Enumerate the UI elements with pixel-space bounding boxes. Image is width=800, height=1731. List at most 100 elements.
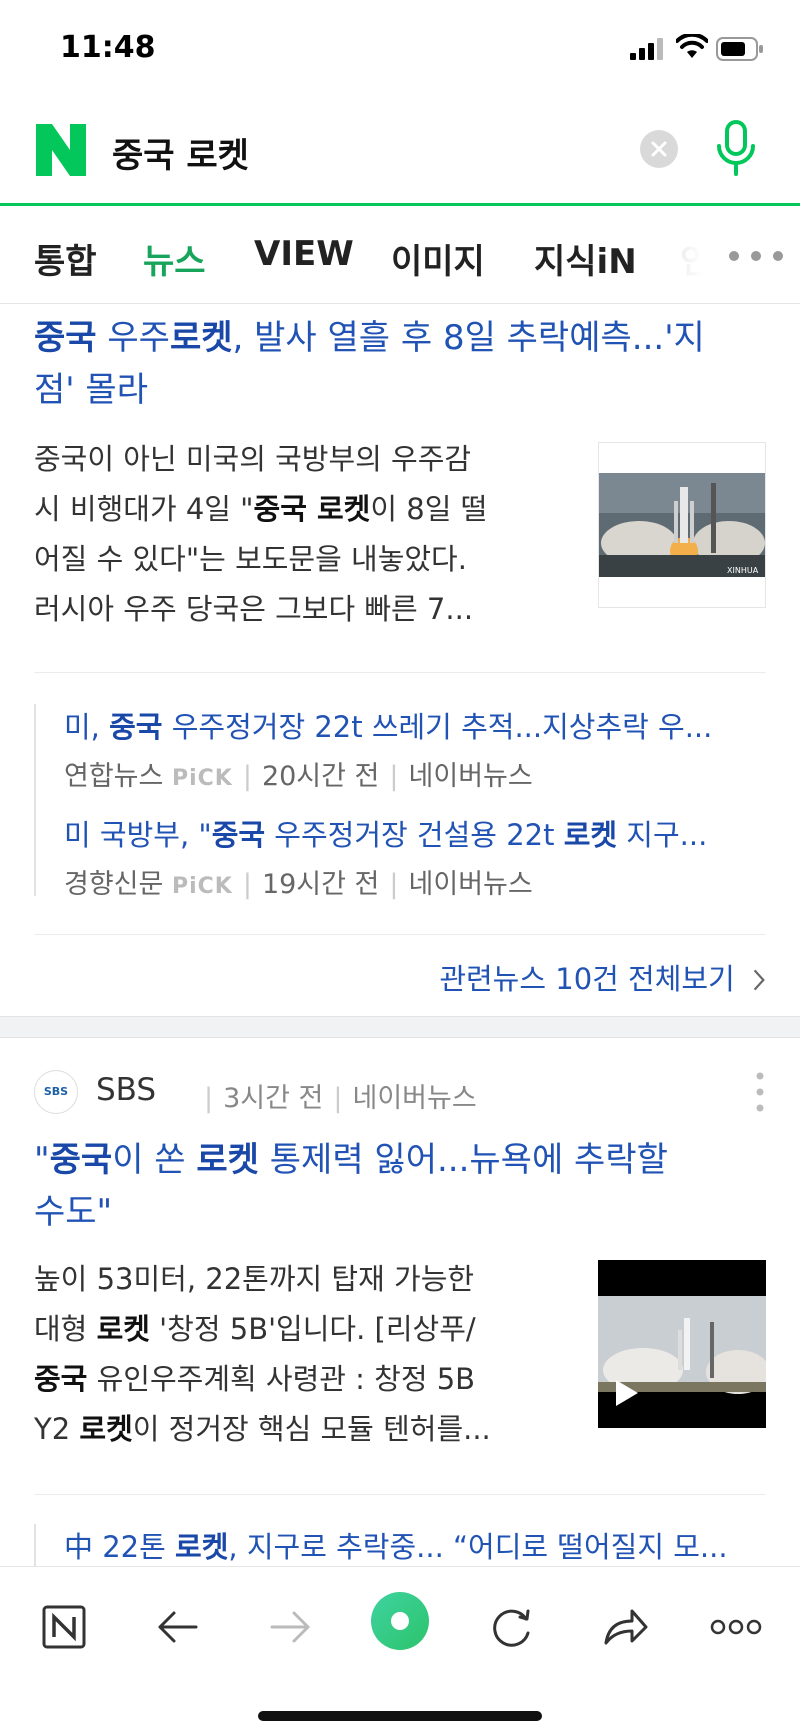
status-bar: 11:48: [0, 0, 800, 96]
divider: [34, 934, 766, 935]
clear-button[interactable]: [640, 130, 678, 168]
rel-keyword: 중국: [109, 710, 163, 744]
source-meta: | 3시간 전 | 네이버뉴스: [204, 1083, 477, 1114]
pick-badge: PiCK: [171, 874, 233, 899]
news-source: SBS SBS | 3시간 전 | 네이버뉴스: [34, 1070, 774, 1114]
desc-keyword: 중국: [34, 1362, 88, 1396]
tab-view[interactable]: VIEW: [254, 234, 354, 274]
browser-toolbar: [0, 1566, 800, 1731]
naver-n-logo-icon[interactable]: [36, 124, 86, 176]
press-name[interactable]: 연합뉴스: [64, 761, 163, 792]
time: 19시간 전: [261, 869, 380, 900]
wifi-icon: [676, 34, 708, 58]
title-text: , 발사 열흘 후 8일 추락예측...'지: [232, 318, 705, 358]
desc-keyword: 로켓: [79, 1412, 133, 1446]
reload-icon[interactable]: [480, 1597, 544, 1657]
rel-text: 미,: [64, 710, 110, 744]
more-options-icon[interactable]: [704, 1597, 768, 1657]
tab-integrated[interactable]: 통합: [34, 234, 97, 283]
title-text: 수도": [34, 1192, 113, 1232]
signal-icon: [630, 38, 663, 60]
rel-text: 미 국방부, ": [64, 818, 212, 852]
platform-link[interactable]: 네이버뉴스: [409, 869, 533, 900]
rocket-launch-image: XINHUA: [599, 443, 765, 607]
green-dot-icon[interactable]: [368, 1589, 432, 1653]
related-news: 미, 중국 우주정거장 22t 쓰레기 추적...지상추락 우... 연합뉴스 …: [34, 704, 774, 900]
desc-text: 중국이 아닌 미국의 국방부의 우주감: [34, 442, 472, 476]
press-name[interactable]: 경향신문: [64, 869, 163, 900]
desc-text: 대형: [34, 1312, 97, 1346]
related-news: 中 22톤 로켓, 지구로 추락중... “어디로 떨어질지 모...: [34, 1524, 774, 1566]
title-keyword: 중국: [49, 1140, 113, 1180]
title-text: 우주: [96, 318, 170, 358]
share-icon[interactable]: [592, 1597, 656, 1657]
desc-text: 어질 수 있다"는 보도문을 내놓았다.: [34, 542, 467, 576]
forward-icon[interactable]: [258, 1597, 322, 1657]
rel-keyword: 중국: [211, 818, 266, 852]
rel-text: 지구...: [617, 818, 708, 852]
tab-news[interactable]: 뉴스: [143, 234, 206, 283]
title-text: 이 쏜: [112, 1140, 197, 1180]
desc-text: 유인우주계획 사령관 : 창정 5B: [87, 1362, 476, 1396]
article-title[interactable]: 중국 우주로켓, 발사 열흘 후 8일 추락예측...'지점' 몰라: [34, 312, 774, 416]
related-title[interactable]: 미 국방부, "중국 우주정거장 건설용 22t 로켓 지구...: [64, 812, 764, 854]
rel-text: 우주정거장 22t 쓰레기 추적...지상추락 우...: [162, 710, 713, 744]
sbs-logo-icon[interactable]: SBS: [34, 1070, 78, 1114]
platform-link[interactable]: 네이버뉴스: [353, 1083, 477, 1114]
title-keyword: 로켓: [196, 1140, 259, 1180]
kebab-icon[interactable]: [756, 1072, 764, 1112]
tab-image[interactable]: 이미지: [391, 234, 485, 283]
back-icon[interactable]: [146, 1597, 210, 1657]
pick-badge: PiCK: [171, 766, 233, 791]
desc-text: 이 8일 떨: [370, 492, 488, 526]
desc-text: 이 정거장 핵심 모듈 텐허를...: [132, 1412, 491, 1446]
more-icon[interactable]: [728, 250, 784, 262]
search-input[interactable]: 중국 로켓: [112, 128, 249, 177]
rel-text: , 지구로 추락중... “어디로 떨어질지 모...: [228, 1530, 728, 1564]
thumb-caption: XINHUA: [727, 566, 759, 575]
divider: [34, 1494, 766, 1495]
mic-icon[interactable]: [716, 120, 756, 176]
article-thumbnail[interactable]: XINHUA: [598, 442, 766, 608]
platform-link[interactable]: 네이버뉴스: [409, 761, 533, 792]
naver-home-icon[interactable]: [34, 1597, 98, 1657]
related-title[interactable]: 미, 중국 우주정거장 22t 쓰레기 추적...지상추락 우...: [64, 704, 764, 746]
search-tabs: 통합 뉴스 VIEW 이미지 지식iN 인: [0, 206, 800, 304]
rocket-video-image: [598, 1260, 766, 1428]
title-keyword: 로켓: [169, 318, 233, 358]
time: 3시간 전: [223, 1083, 324, 1114]
status-time: 11:48: [60, 30, 156, 65]
desc-text: 러시아 우주 당국은 그보다 빠른 7...: [34, 592, 474, 626]
battery-icon: [716, 37, 763, 61]
source-name[interactable]: SBS: [96, 1072, 156, 1108]
desc-keyword: 중국 로켓: [253, 492, 371, 526]
title-keyword: 중국: [34, 318, 97, 358]
search-bar: 중국 로켓: [0, 96, 800, 206]
clear-icon: [651, 141, 667, 157]
video-thumbnail[interactable]: [598, 1260, 766, 1428]
title-text: 통제력 잃어...뉴욕에 추락할: [258, 1140, 668, 1180]
rel-text: 우주정거장 건설용 22t: [265, 818, 564, 852]
rel-keyword: 로켓: [175, 1530, 229, 1564]
title-text: 점' 몰라: [34, 370, 148, 410]
desc-keyword: 로켓: [96, 1312, 150, 1346]
related-meta: 연합뉴스 PiCK | 20시간 전 | 네이버뉴스: [64, 761, 533, 792]
desc-text: 시 비행대가 4일 ": [34, 492, 254, 526]
article-description[interactable]: 중국이 아닌 미국의 국방부의 우주감시 비행대가 4일 "중국 로켓이 8일 …: [34, 434, 564, 634]
related-meta: 경향신문 PiCK | 19시간 전 | 네이버뉴스: [64, 869, 533, 900]
rel-keyword: 로켓: [563, 818, 618, 852]
title-text: ": [34, 1140, 50, 1180]
time: 20시간 전: [261, 761, 380, 792]
related-title[interactable]: 中 22톤 로켓, 지구로 추락중... “어디로 떨어질지 모...: [64, 1524, 764, 1566]
article-description[interactable]: 높이 53미터, 22톤까지 탑재 가능한대형 로켓 '창정 5B'입니다. […: [34, 1254, 564, 1454]
tabs-fade: [640, 206, 730, 302]
home-indicator[interactable]: [258, 1711, 542, 1721]
tab-knowledge-in[interactable]: 지식iN: [534, 234, 637, 283]
section-gap: [0, 1016, 800, 1038]
divider: [34, 672, 766, 673]
chevron-right-icon: [753, 969, 765, 991]
all-related-news-link[interactable]: 관련뉴스 10건 전체보기: [439, 956, 766, 998]
desc-text: '창정 5B'입니다. [리상푸/: [149, 1312, 476, 1346]
article-title[interactable]: "중국이 쏜 로켓 통제력 잃어...뉴욕에 추락할수도": [34, 1134, 774, 1238]
desc-text: 높이 53미터, 22톤까지 탑재 가능한: [34, 1262, 475, 1296]
